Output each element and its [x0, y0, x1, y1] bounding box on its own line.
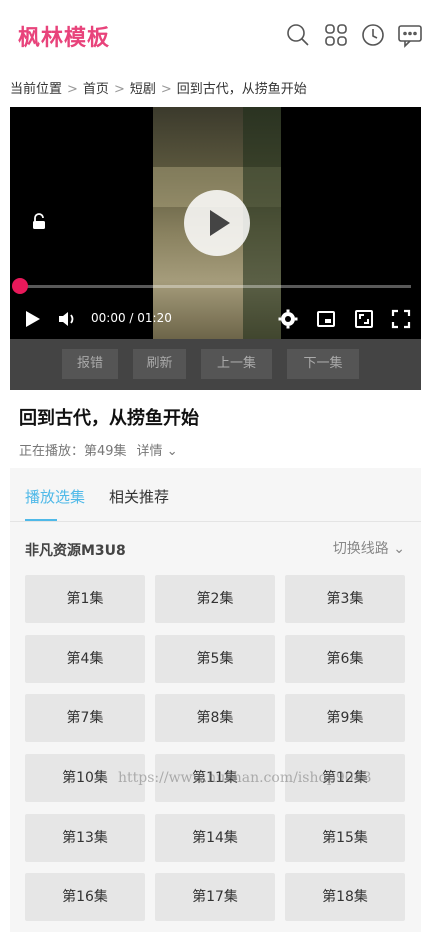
- episode-button[interactable]: 第10集: [25, 754, 145, 802]
- fullscreen-icon[interactable]: [391, 309, 411, 329]
- breadcrumb-prefix: 当前位置: [10, 82, 63, 97]
- episode-button[interactable]: 第5集: [155, 635, 275, 683]
- detail-label: 详情: [136, 444, 163, 459]
- switch-line-label: 切换线路: [332, 541, 389, 557]
- episode-button[interactable]: 第15集: [285, 814, 405, 862]
- detail-toggle[interactable]: 详情 ⌄: [137, 444, 178, 459]
- video-player[interactable]: 00:00 / 01:20: [10, 107, 421, 339]
- episode-button[interactable]: 第3集: [285, 575, 405, 623]
- show-title: 回到古代，从捞鱼开始: [19, 408, 199, 429]
- breadcrumb: 当前位置 > 首页 > 短剧 > 回到古代，从捞鱼开始: [10, 78, 307, 97]
- refresh-button[interactable]: 刷新: [133, 349, 186, 379]
- switch-line-dropdown[interactable]: 切换线路 ⌄: [333, 538, 405, 558]
- episode-button[interactable]: 第8集: [155, 694, 275, 742]
- episode-button[interactable]: 第16集: [25, 873, 145, 921]
- episode-panel: 播放选集 相关推荐 非凡资源M3U8 切换线路 ⌄ 第1集 第2集 第3集 第4…: [10, 468, 421, 932]
- next-episode-button[interactable]: 下一集: [287, 349, 359, 379]
- episode-button[interactable]: 第13集: [25, 814, 145, 862]
- clock-icon[interactable]: [360, 22, 386, 48]
- now-playing: 正在播放：第49集 详情 ⌄: [19, 440, 178, 459]
- play-button[interactable]: [184, 190, 250, 256]
- progress-handle[interactable]: [12, 278, 28, 294]
- breadcrumb-current[interactable]: 回到古代，从捞鱼开始: [177, 82, 307, 97]
- previous-episode-button[interactable]: 上一集: [201, 349, 272, 379]
- player-action-bar: 报错 刷新 上一集 下一集: [10, 339, 421, 390]
- tab-recommendations[interactable]: 相关推荐: [109, 486, 169, 507]
- grid-icon[interactable]: [323, 22, 349, 48]
- message-icon[interactable]: [397, 22, 423, 48]
- report-error-button[interactable]: 报错: [62, 349, 118, 379]
- chevron-right-icon: >: [67, 82, 78, 97]
- episode-button[interactable]: 第14集: [155, 814, 275, 862]
- top-header: 枫林模板: [0, 0, 430, 70]
- episode-button[interactable]: 第18集: [285, 873, 405, 921]
- time-display: 00:00 / 01:20: [91, 311, 172, 325]
- episode-button[interactable]: 第12集: [285, 754, 405, 802]
- breadcrumb-home[interactable]: 首页: [83, 82, 109, 97]
- episode-button[interactable]: 第4集: [25, 635, 145, 683]
- tab-episodes[interactable]: 播放选集: [25, 486, 85, 507]
- episode-button[interactable]: 第6集: [285, 635, 405, 683]
- chevron-right-icon: >: [160, 82, 172, 97]
- tab-divider: [10, 521, 421, 522]
- volume-icon[interactable]: [57, 309, 77, 329]
- episode-button[interactable]: 第2集: [155, 575, 275, 623]
- settings-icon[interactable]: [278, 309, 298, 329]
- chevron-down-icon: ⌄: [393, 541, 405, 557]
- breadcrumb-category[interactable]: 短剧: [130, 82, 156, 97]
- episode-button[interactable]: 第9集: [285, 694, 405, 742]
- chevron-right-icon: >: [113, 82, 125, 97]
- chevron-down-icon: ⌄: [166, 444, 178, 459]
- search-icon[interactable]: [285, 22, 311, 48]
- play-icon[interactable]: [22, 309, 42, 329]
- picture-in-picture-icon[interactable]: [316, 309, 336, 329]
- site-logo[interactable]: 枫林模板: [18, 20, 110, 52]
- source-name: 非凡资源M3U8: [25, 543, 126, 559]
- episode-button[interactable]: 第7集: [25, 694, 145, 742]
- unlock-icon[interactable]: [30, 213, 48, 231]
- episode-button[interactable]: 第1集: [25, 575, 145, 623]
- now-playing-text: 正在播放：第49集: [19, 444, 127, 459]
- progress-bar[interactable]: [20, 285, 411, 288]
- web-fullscreen-icon[interactable]: [354, 309, 374, 329]
- episode-button[interactable]: 第17集: [155, 873, 275, 921]
- episode-button[interactable]: 第11集: [155, 754, 275, 802]
